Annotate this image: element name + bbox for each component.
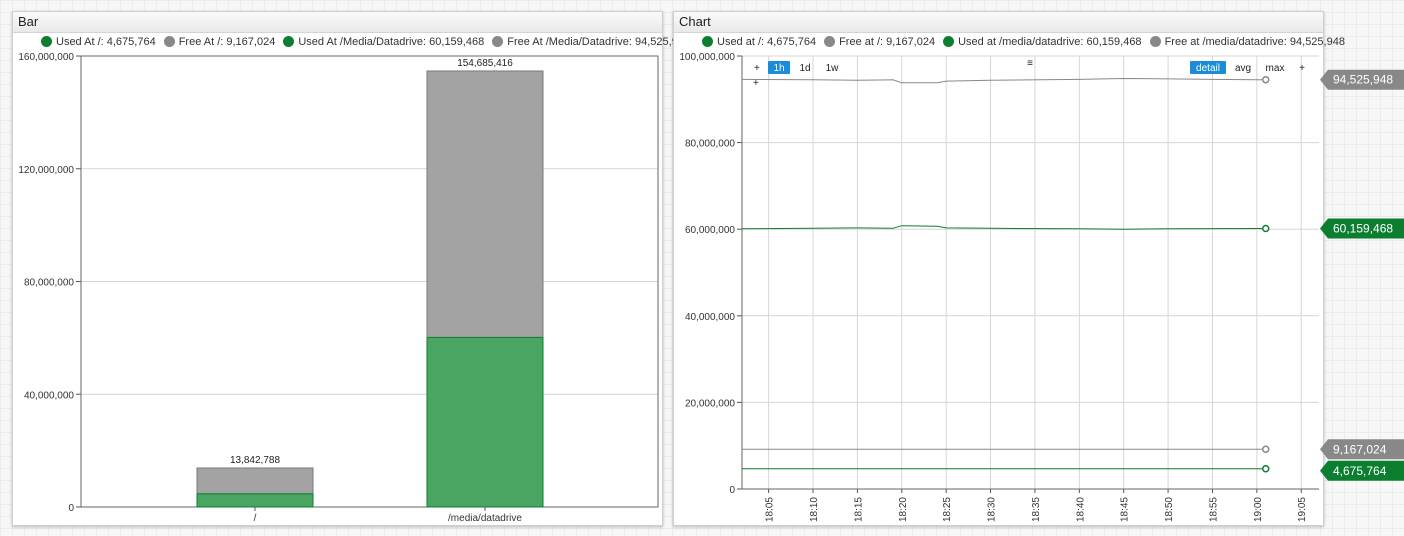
y-tick-label: 0 [68, 503, 74, 514]
bar-segment-used[interactable] [426, 336, 544, 508]
y-tick-label: 80,000,000 [24, 278, 74, 289]
series-last-point[interactable] [1261, 224, 1270, 233]
period-1d-button[interactable]: 1d [799, 63, 810, 74]
add-button[interactable]: + [1299, 63, 1305, 74]
x-tick-label: 18:40 [1075, 497, 1086, 522]
x-tick-label: 18:05 [765, 497, 776, 522]
series-last-point[interactable] [1261, 465, 1270, 473]
value-badge-label: 9,167,024 [1333, 442, 1387, 456]
x-tick-label: 18:45 [1120, 497, 1131, 522]
y-tick-label: 0 [729, 485, 735, 496]
bar-chart: 0 40,000,000 80,000,000 120,000,000 160,000,… [18, 52, 659, 524]
period-1h-button[interactable]: 1h [773, 63, 784, 74]
value-badges: 94,525,948 60,159,468 9,167,024 4,675,764 [1320, 69, 1404, 481]
y-tick-label: 20,000,000 [685, 398, 735, 409]
bar-panel-title: Bar [13, 12, 662, 33]
y-tick-label: 40,000,000 [685, 312, 735, 323]
x-tick-label: 18:20 [898, 497, 909, 522]
series-last-point[interactable] [1261, 75, 1270, 84]
menu-icon[interactable]: ≡ [1027, 58, 1033, 69]
detail-button[interactable]: detail [1196, 63, 1220, 74]
x-tick-label: /media/datadrive [448, 513, 522, 524]
x-tick-label: 18:25 [942, 497, 953, 522]
line-panel-title: Chart [674, 12, 1323, 33]
bar-segment-used[interactable] [196, 493, 314, 508]
value-badge-label: 4,675,764 [1333, 464, 1387, 478]
x-tick-label: 18:35 [1031, 497, 1042, 522]
value-badge-label: 60,159,468 [1333, 222, 1393, 236]
series-line[interactable] [741, 77, 1266, 84]
series-line[interactable] [741, 225, 1266, 230]
y-tick-label: 80,000,000 [685, 139, 735, 150]
crosshair-icon: + [753, 78, 759, 89]
x-tick-label: 18:15 [853, 497, 864, 522]
max-button[interactable]: max [1266, 63, 1285, 74]
y-tick-label: 160,000,000 [18, 52, 74, 63]
period-1w-button[interactable]: 1w [826, 63, 840, 74]
zoom-in-button[interactable]: + [754, 63, 760, 74]
bar-segment-free[interactable] [426, 70, 544, 338]
y-tick-label: 60,000,000 [685, 225, 735, 236]
bar-panel: Bar Used At /: 4,675,764 Free At /: 9,167… [12, 11, 690, 526]
series-last-point[interactable] [1261, 445, 1270, 454]
x-tick-label: 18:30 [987, 497, 998, 522]
line-chart: 0 20,000,000 40,000,000 60,000,000 80,000,00… [679, 52, 1319, 522]
y-tick-label: 40,000,000 [24, 390, 74, 401]
value-badge-label: 94,525,948 [1333, 73, 1393, 87]
x-tick-label: 18:10 [809, 497, 820, 522]
y-tick-label: 120,000,000 [18, 165, 74, 176]
bar-segment-free[interactable] [196, 467, 314, 495]
x-tick-label: 18:55 [1208, 497, 1219, 522]
x-tick-label: 19:05 [1297, 497, 1308, 522]
y-tick-label: 100,000,000 [679, 52, 735, 63]
bar-total-label: 154,685,416 [457, 58, 513, 69]
avg-button[interactable]: avg [1235, 63, 1251, 74]
line-panel: Chart Used at /: 4,675,764 Free at /: 9,1… [673, 11, 1345, 526]
x-tick-label: 19:00 [1253, 497, 1264, 522]
bar-total-label: 13,842,788 [230, 455, 280, 466]
x-tick-label: 18:50 [1164, 497, 1175, 522]
x-tick-label: / [254, 513, 257, 524]
